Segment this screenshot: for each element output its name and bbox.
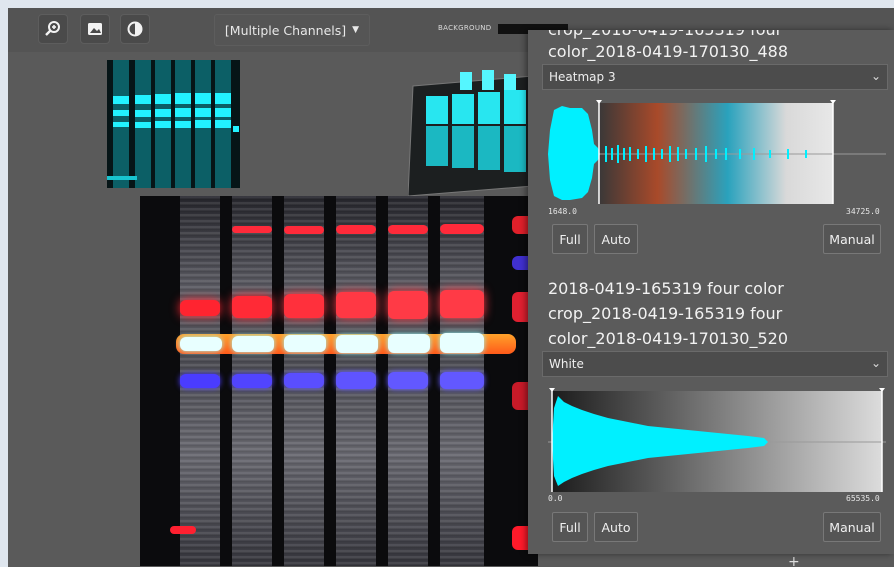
band-red bbox=[284, 294, 324, 318]
channel2-title-line1: 2018-0419-165319 four color bbox=[548, 279, 784, 298]
channel-select-value: [Multiple Channels] bbox=[224, 22, 347, 38]
band-red bbox=[388, 291, 428, 319]
thumbnail-3d[interactable] bbox=[407, 66, 538, 197]
contrast-icon bbox=[127, 21, 143, 37]
artifact bbox=[170, 526, 196, 534]
channel1-title-line2: color_2018-0419-170130_488 bbox=[548, 42, 788, 61]
thumbnail-2d-image bbox=[107, 60, 240, 188]
band-cyan bbox=[440, 333, 484, 353]
band-red bbox=[232, 296, 272, 318]
main-blot-image[interactable] bbox=[140, 196, 538, 566]
band-blue bbox=[336, 372, 376, 389]
band-blue bbox=[440, 372, 484, 389]
contrast-button[interactable] bbox=[120, 14, 150, 44]
channel2-title-line2: crop_2018-0419-165319 four bbox=[548, 304, 783, 323]
band-red bbox=[180, 300, 220, 316]
channel2-colormap-value: White bbox=[549, 357, 584, 371]
band-red-top bbox=[388, 225, 428, 234]
thumbnail-2d[interactable] bbox=[107, 60, 240, 188]
chevron-down-icon: ⌄ bbox=[870, 356, 881, 370]
band-cyan bbox=[336, 335, 378, 353]
channel2-range-max: 65535.0 bbox=[846, 494, 880, 503]
channel2-full-button[interactable]: Full bbox=[552, 512, 588, 542]
band-cyan bbox=[180, 337, 222, 351]
band-cyan bbox=[388, 334, 430, 353]
channel2-colormap-select[interactable]: White ⌄ bbox=[542, 351, 888, 377]
channel2-auto-button[interactable]: Auto bbox=[594, 512, 638, 542]
band-red bbox=[440, 290, 484, 318]
chevron-down-icon: ⌄ bbox=[870, 69, 881, 83]
channel1-range-max: 34725.0 bbox=[846, 207, 880, 216]
zoom-button[interactable] bbox=[38, 14, 68, 44]
band-red-top bbox=[284, 226, 324, 234]
channel1-range-min: 1648.0 bbox=[548, 207, 577, 216]
channel1-colormap-select[interactable]: Heatmap 3 ⌄ bbox=[542, 64, 888, 90]
channel1-full-button[interactable]: Full bbox=[552, 224, 588, 254]
zoom-in-icon bbox=[45, 21, 60, 36]
channel2-manual-button[interactable]: Manual bbox=[823, 512, 881, 542]
channel1-colormap-value: Heatmap 3 bbox=[549, 70, 616, 84]
channel2-range-min: 0.0 bbox=[548, 494, 563, 503]
background-label: BACKGROUND bbox=[438, 24, 492, 32]
add-button[interactable]: + bbox=[788, 554, 800, 567]
channel-panel: crop_2018-0419-165319 four color_2018-04… bbox=[528, 30, 894, 554]
thumbnail-3d-image bbox=[407, 70, 534, 197]
channel2-histogram[interactable] bbox=[548, 388, 886, 492]
band-cyan bbox=[284, 335, 326, 352]
band-red-top bbox=[440, 224, 484, 234]
image-button[interactable] bbox=[80, 14, 110, 44]
image-icon bbox=[88, 23, 102, 35]
band-blue bbox=[180, 374, 220, 388]
band-red-top bbox=[336, 225, 376, 234]
band-blue bbox=[232, 374, 272, 388]
band-red-top bbox=[232, 226, 272, 233]
chevron-down-icon: ▼ bbox=[352, 25, 360, 35]
channel-select[interactable]: [Multiple Channels] ▼ bbox=[214, 14, 370, 46]
channel1-histogram[interactable] bbox=[548, 100, 886, 204]
band-cyan bbox=[232, 336, 274, 352]
band-blue bbox=[388, 372, 428, 389]
channel1-auto-button[interactable]: Auto bbox=[594, 224, 638, 254]
channel1-manual-button[interactable]: Manual bbox=[823, 224, 881, 254]
band-blue bbox=[284, 373, 324, 388]
channel2-title-line3: color_2018-0419-170130_520 bbox=[548, 329, 788, 348]
band-red bbox=[336, 292, 376, 318]
